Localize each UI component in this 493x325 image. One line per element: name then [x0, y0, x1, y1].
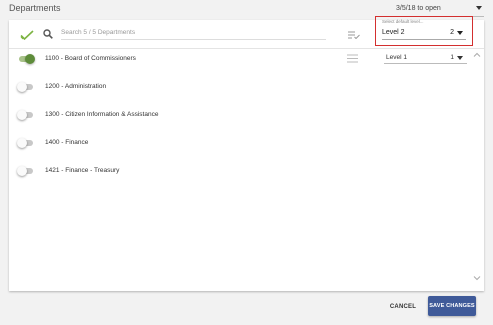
- page-title: Departments: [9, 3, 61, 13]
- department-row: 1300 - Citizen Information & Assistance: [9, 102, 479, 130]
- department-label: 1400 - Finance: [45, 139, 89, 146]
- default-level-select[interactable]: Level 2 2: [382, 27, 466, 40]
- date-range-value: 3/5/18 to open: [396, 5, 441, 12]
- toggle-knob: [17, 138, 27, 148]
- department-label: 1421 - Finance - Treasury: [45, 167, 120, 174]
- department-label: 1200 - Administration: [45, 83, 107, 90]
- default-level-panel: Select default level... Level 2 2: [375, 16, 473, 46]
- cancel-button[interactable]: CANCEL: [383, 298, 423, 315]
- list-icon[interactable]: [347, 54, 358, 63]
- department-label: 1300 - Citizen Information & Assistance: [45, 111, 159, 118]
- department-label: 1100 - Board of Commissioners: [45, 55, 136, 62]
- toggle-knob: [25, 54, 35, 64]
- default-level-name: Level 2: [382, 29, 405, 36]
- department-row: 1100 - Board of Commissioners Level 1 1: [9, 46, 479, 74]
- department-toggle[interactable]: [17, 138, 33, 148]
- default-level-label: Select default level...: [382, 19, 424, 24]
- dropdown-arrow-icon: [457, 31, 463, 35]
- department-toggle[interactable]: [19, 54, 35, 64]
- default-level-number: 2: [450, 29, 454, 36]
- department-toggle[interactable]: [17, 166, 33, 176]
- footer: CANCEL SAVE CHANGES: [0, 291, 493, 325]
- dropdown-arrow-icon: [457, 56, 463, 60]
- search-icon: [43, 29, 53, 39]
- chevron-up-icon[interactable]: [473, 51, 481, 59]
- date-range-select[interactable]: 3/5/18 to open: [396, 3, 484, 17]
- check-all-icon[interactable]: [20, 30, 34, 40]
- department-row: 1421 - Finance - Treasury: [9, 158, 479, 186]
- search-input[interactable]: [61, 26, 326, 40]
- department-toggle[interactable]: [17, 110, 33, 120]
- toggle-knob: [17, 166, 27, 176]
- toggle-knob: [17, 82, 27, 92]
- chevron-down-icon[interactable]: [473, 274, 481, 282]
- level-name: Level 1: [386, 54, 407, 61]
- department-level-select[interactable]: Level 1 1: [384, 51, 467, 64]
- departments-card: Select default level... Level 2 2 1100 -…: [9, 16, 484, 291]
- department-row: 1200 - Administration: [9, 74, 479, 102]
- save-changes-button[interactable]: SAVE CHANGES: [428, 296, 476, 316]
- list-check-icon[interactable]: [348, 31, 360, 39]
- department-toggle[interactable]: [17, 82, 33, 92]
- toggle-knob: [17, 110, 27, 120]
- department-row: 1400 - Finance: [9, 130, 479, 158]
- level-number: 1: [450, 54, 454, 61]
- dropdown-arrow-icon: [476, 6, 482, 10]
